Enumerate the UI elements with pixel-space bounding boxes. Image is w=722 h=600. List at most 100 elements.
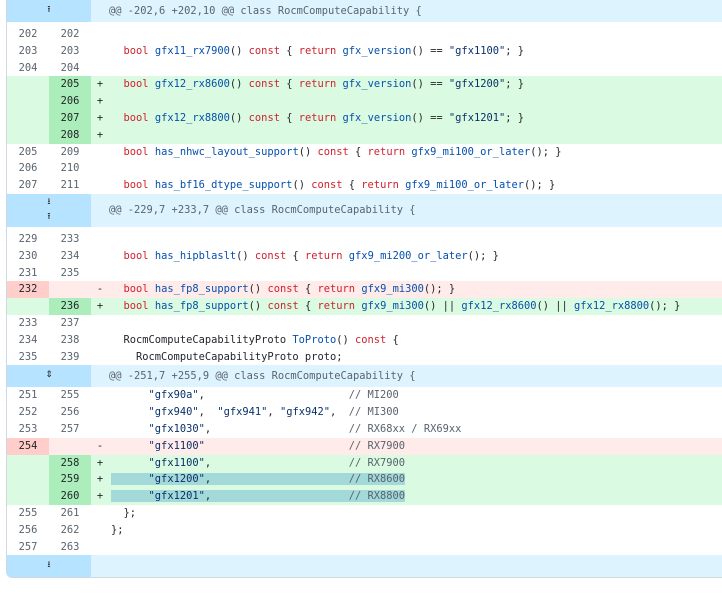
- old-line-number[interactable]: 205: [7, 144, 49, 161]
- old-line-number[interactable]: 206: [7, 160, 49, 177]
- code-line: bool has_hipblaslt() const { return gfx9…: [109, 248, 722, 265]
- expand-down-button[interactable]: ⭳: [7, 555, 91, 578]
- code-line: RocmComputeCapabilityProto proto;: [109, 349, 722, 366]
- code-line: bool has_bf16_dtype_support() const { re…: [109, 177, 722, 194]
- expand-down-icon: ⭳: [47, 560, 51, 571]
- new-line-number[interactable]: 237: [49, 315, 91, 332]
- diff-sign: [91, 539, 109, 556]
- code-text: "gfx1201", // RX8800: [111, 490, 406, 503]
- diff-line: 202 202: [7, 26, 722, 43]
- new-line-number[interactable]: 208: [49, 126, 91, 144]
- diff-sign: [91, 26, 109, 43]
- new-line-number: [49, 437, 91, 455]
- code-text: RocmComputeCapabilityProto proto;: [111, 350, 343, 363]
- expand-both-button[interactable]: ⭳ ⭱: [7, 193, 91, 227]
- new-line-number: [49, 281, 91, 299]
- diff-line-deleted: 254 - "gfx1100" // RX7900: [7, 437, 722, 455]
- new-line-number[interactable]: 210: [49, 160, 91, 177]
- expand-up-icon: ⭱: [47, 211, 51, 222]
- diff-sign: [91, 248, 109, 265]
- diff-sign: [91, 43, 109, 60]
- code-line: bool has_nhwc_layout_support() const { r…: [109, 144, 722, 161]
- code-text: "gfx940", "gfx941", "gfx942", // MI300: [148, 406, 399, 419]
- code-text: bool gfx12_rx8600() const { return gfx_v…: [123, 78, 525, 91]
- new-line-number[interactable]: 234: [49, 248, 91, 265]
- code-text: bool gfx12_rx8800() const { return gfx_v…: [123, 111, 525, 124]
- new-line-number[interactable]: 260: [49, 488, 91, 505]
- new-line-number[interactable]: 235: [49, 265, 91, 282]
- code-line: bool has_fp8_support() const { return gf…: [109, 298, 722, 315]
- diff-line: 235 239 RocmComputeCapabilityProto proto…: [7, 349, 722, 366]
- new-line-number[interactable]: 205: [49, 76, 91, 94]
- diff-line: 252 256 "gfx940", "gfx941", "gfx942", //…: [7, 404, 722, 421]
- diff-line: 205 209 bool has_nhwc_layout_support() c…: [7, 144, 722, 161]
- hunk-header: ⭱ @@ -202,6 +202,10 @@ class RocmCompute…: [7, 0, 722, 22]
- diff-line: 255 261 };: [7, 505, 722, 522]
- new-line-number[interactable]: 259: [49, 471, 91, 489]
- diff-sign: [91, 421, 109, 438]
- diff-sign: +: [96, 456, 104, 469]
- old-line-number[interactable]: 256: [7, 522, 49, 539]
- new-line-number[interactable]: 233: [49, 231, 91, 248]
- diff-line-added: 208 +: [7, 126, 722, 144]
- diff-line-added: 258 + "gfx1100", // RX7900: [7, 454, 722, 472]
- diff-sign: -: [96, 283, 104, 296]
- diff-line-added: 207 + bool gfx12_rx8800() const { return…: [7, 109, 722, 127]
- old-line-number[interactable]: 255: [7, 505, 49, 522]
- diff-line: 206 210: [7, 160, 722, 177]
- diff-line: 204 204: [7, 60, 722, 77]
- new-line-number[interactable]: 263: [49, 539, 91, 556]
- old-line-number[interactable]: 254: [7, 437, 49, 455]
- code-text: bool gfx11_rx7900() const { return gfx_v…: [123, 44, 525, 57]
- diff-sign: +: [96, 490, 104, 503]
- diff-sign: +: [96, 78, 104, 91]
- new-line-number[interactable]: 202: [49, 26, 91, 43]
- diff-line-added: 260 + "gfx1201", // RX8800: [7, 488, 722, 505]
- code-line: "gfx90a", // MI200: [109, 387, 722, 404]
- old-line-number[interactable]: 207: [7, 177, 49, 194]
- old-line-number: [7, 76, 49, 94]
- new-line-number[interactable]: 204: [49, 60, 91, 77]
- diff-sign: [91, 332, 109, 349]
- diff-line-deleted: 232 - bool has_fp8_support() const { ret…: [7, 281, 722, 299]
- code-text: };: [111, 523, 124, 536]
- new-line-number[interactable]: 236: [49, 298, 91, 315]
- new-line-number[interactable]: 238: [49, 332, 91, 349]
- diff-line: 256 262 };: [7, 522, 722, 539]
- old-line-number[interactable]: 234: [7, 332, 49, 349]
- new-line-number[interactable]: 211: [49, 177, 91, 194]
- new-line-number[interactable]: 207: [49, 109, 91, 127]
- code-text: "gfx1030", // RX68xx / RX69xx: [148, 422, 462, 435]
- new-line-number[interactable]: 261: [49, 505, 91, 522]
- new-line-number[interactable]: 257: [49, 421, 91, 438]
- new-line-number[interactable]: 262: [49, 522, 91, 539]
- new-line-number[interactable]: 206: [49, 93, 91, 110]
- new-line-number[interactable]: 258: [49, 454, 91, 472]
- code-line: "gfx1100", // RX7900: [109, 455, 722, 472]
- diff-sign: [91, 505, 109, 522]
- new-line-number[interactable]: 256: [49, 404, 91, 421]
- old-line-number[interactable]: 257: [7, 539, 49, 556]
- new-line-number[interactable]: 239: [49, 349, 91, 366]
- expand-both-button[interactable]: ⇕: [7, 365, 91, 388]
- new-line-number[interactable]: 209: [49, 144, 91, 161]
- diff-view: ⭱ @@ -202,6 +202,10 @@ class RocmCompute…: [6, 0, 722, 579]
- diff-sign: [91, 404, 109, 421]
- unfold-icon: ⇕: [45, 370, 53, 381]
- code-line: "gfx940", "gfx941", "gfx942", // MI300: [109, 404, 722, 421]
- old-line-number: [7, 454, 49, 472]
- new-line-number[interactable]: 255: [49, 387, 91, 404]
- code-text: bool has_fp8_support() const { return gf…: [123, 300, 681, 313]
- code-line: RocmComputeCapabilityProto ToProto() con…: [109, 332, 722, 349]
- old-line-number: [7, 488, 49, 505]
- code-text: bool has_bf16_dtype_support() const { re…: [123, 179, 556, 192]
- old-line-number[interactable]: 235: [7, 349, 49, 366]
- expand-up-button[interactable]: ⭱: [7, 0, 91, 22]
- code-text: bool has_hipblaslt() const { return gfx9…: [123, 249, 499, 262]
- code-text: RocmComputeCapabilityProto ToProto() con…: [111, 333, 399, 346]
- new-line-number[interactable]: 203: [49, 43, 91, 60]
- code-line: };: [109, 522, 722, 539]
